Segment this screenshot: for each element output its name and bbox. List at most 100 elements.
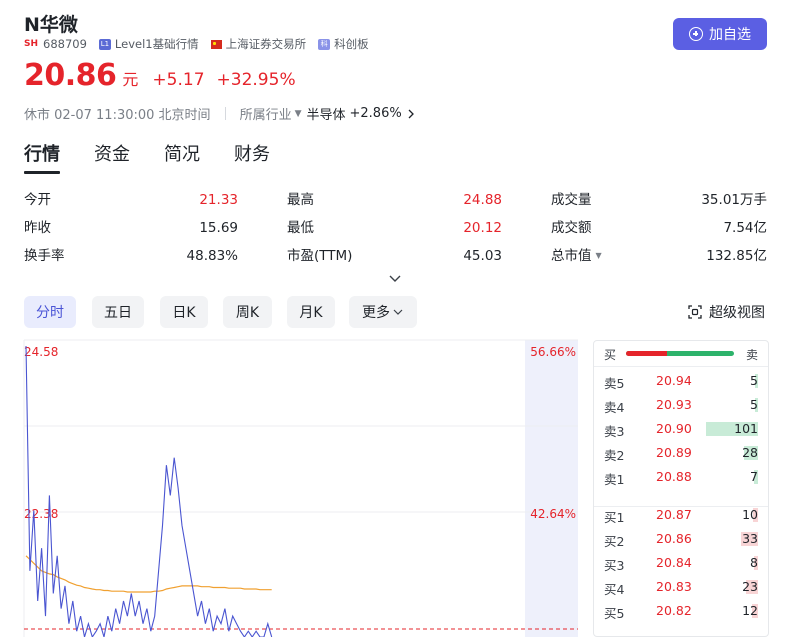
fullscreen-icon — [688, 305, 702, 319]
buy-sell-ratio-bar — [626, 351, 734, 356]
expand-chevron-icon[interactable] — [388, 272, 402, 286]
stat-label-turnover-rate: 换手率 — [24, 248, 65, 264]
price-change-pct: +32.95% — [216, 70, 296, 90]
stat-label-low: 最低 — [287, 220, 314, 236]
stat-value-open: 21.33 — [199, 192, 238, 208]
bid-row[interactable]: 买3 20.84 8 — [594, 551, 768, 575]
exchange-tag: SH — [24, 39, 39, 49]
period-more-dropdown[interactable]: 更多 — [349, 296, 417, 328]
level-label: Level1基础行情 — [114, 37, 199, 51]
level-volume: 5 — [750, 373, 758, 388]
stock-meta: SH 688709 L1 Level1基础行情 上海证券交易所 科 科创板 — [24, 36, 381, 52]
super-view-button[interactable]: 超级视图 — [688, 302, 765, 322]
industry-link[interactable]: 半导体 — [307, 104, 346, 123]
level-price: 20.82 — [656, 603, 692, 618]
level-price: 20.84 — [656, 555, 692, 570]
bid-row[interactable]: 买5 20.82 12 — [594, 599, 768, 623]
level-price: 20.83 — [656, 579, 692, 594]
board-info: 科 科创板 — [318, 36, 369, 52]
pct-label-mid: 42.64% — [530, 507, 576, 521]
current-price: 20.86 — [24, 58, 117, 93]
stock-name: N华微 — [24, 14, 78, 36]
buy-label: 买 — [604, 348, 617, 362]
level-label: 卖2 — [604, 448, 625, 463]
level-volume: 7 — [750, 469, 758, 484]
level-info: L1 Level1基础行情 — [98, 36, 199, 52]
super-view-label: 超级视图 — [709, 305, 765, 321]
ask-row[interactable]: 卖1 20.88 7 — [594, 465, 768, 489]
market-status: 休市 02-07 11:30:00 北京时间 — [24, 108, 211, 123]
level-volume: 8 — [750, 555, 758, 570]
order-book-header: 买 卖 — [594, 341, 768, 367]
market-cap-selector[interactable]: 总市值 ▼ — [551, 246, 602, 266]
period-weekly-k[interactable]: 周K — [223, 296, 272, 328]
price-line — [25, 345, 273, 637]
stat-label-pe: 市盈(TTM) — [287, 248, 353, 264]
period-more-label: 更多 — [362, 305, 390, 321]
level-label: 卖5 — [604, 376, 625, 391]
stat-label-open: 今开 — [24, 192, 51, 208]
stock-code: 688709 — [43, 37, 87, 51]
level-label: 买3 — [604, 558, 625, 573]
industry-change: +2.86% — [349, 106, 402, 121]
china-flag-icon — [210, 39, 222, 49]
level-price: 20.86 — [656, 531, 692, 546]
stat-value-volume: 35.01万手 — [701, 192, 767, 208]
tab-profile[interactable]: 简况 — [164, 140, 200, 174]
level-price: 20.90 — [656, 421, 692, 436]
stat-label-volume: 成交量 — [551, 192, 592, 208]
period-daily-k[interactable]: 日K — [160, 296, 208, 328]
stat-label-amount: 成交额 — [551, 220, 592, 236]
board-label: 科创板 — [334, 37, 369, 51]
ask-row[interactable]: 卖5 20.94 5 — [594, 369, 768, 393]
level1-icon: L1 — [98, 38, 111, 50]
level-volume: 28 — [742, 445, 758, 460]
exchange-info: 上海证券交易所 — [210, 36, 307, 52]
price-unit: 元 — [122, 70, 139, 89]
divider — [224, 107, 226, 120]
level-volume: 33 — [742, 531, 758, 546]
bid-row[interactable]: 买2 20.86 33 — [594, 527, 768, 551]
level-label: 买5 — [604, 606, 625, 621]
ask-row[interactable]: 卖3 20.90 101 — [594, 417, 768, 441]
level-volume: 23 — [742, 579, 758, 594]
period-intraday[interactable]: 分时 — [24, 296, 76, 328]
chevron-down-icon — [393, 309, 403, 315]
level-price: 20.94 — [656, 373, 692, 388]
level-price: 20.87 — [656, 507, 692, 522]
level-label: 卖4 — [604, 400, 625, 415]
ask-row[interactable]: 卖2 20.89 28 — [594, 441, 768, 465]
level-price: 20.88 — [656, 469, 692, 484]
stat-value-turnover-rate: 48.83% — [186, 248, 238, 264]
add-watchlist-label: 加自选 — [709, 27, 751, 43]
stat-value-pe: 45.03 — [463, 248, 502, 264]
industry-label: 所属行业 — [239, 108, 292, 123]
chevron-right-icon[interactable] — [406, 108, 416, 120]
stat-label-prev-close: 昨收 — [24, 220, 51, 236]
star-market-icon: 科 — [318, 38, 331, 50]
level-label: 买4 — [604, 582, 625, 597]
sell-label: 卖 — [745, 348, 758, 362]
ask-row[interactable]: 卖4 20.93 5 — [594, 393, 768, 417]
intraday-chart[interactable]: 24.58 22.38 56.66% 42.64% — [0, 336, 580, 637]
main-tabs: 行情 资金 简况 财务 — [24, 140, 304, 174]
stat-value-prev-close: 15.69 — [199, 220, 238, 236]
add-watchlist-button[interactable]: 加自选 — [673, 18, 767, 50]
plus-circle-icon — [689, 27, 703, 41]
status-row: 休市 02-07 11:30:00 北京时间 所属行业 ▼ 半导体 +2.86% — [24, 104, 416, 123]
stat-label-high: 最高 — [287, 192, 314, 208]
order-book-divider — [594, 506, 768, 507]
tab-funds[interactable]: 资金 — [94, 140, 130, 174]
level-label: 买1 — [604, 510, 625, 525]
chart-band — [525, 340, 578, 637]
level-price: 20.89 — [656, 445, 692, 460]
exchange-name: 上海证券交易所 — [225, 37, 307, 51]
tab-financials[interactable]: 财务 — [234, 140, 270, 174]
period-monthly-k[interactable]: 月K — [287, 296, 335, 328]
stat-value-high: 24.88 — [463, 192, 502, 208]
tab-quote[interactable]: 行情 — [24, 140, 60, 174]
level-volume: 10 — [742, 507, 758, 522]
bid-row[interactable]: 买4 20.83 23 — [594, 575, 768, 599]
level-label: 买2 — [604, 534, 625, 549]
period-five-day[interactable]: 五日 — [92, 296, 144, 328]
